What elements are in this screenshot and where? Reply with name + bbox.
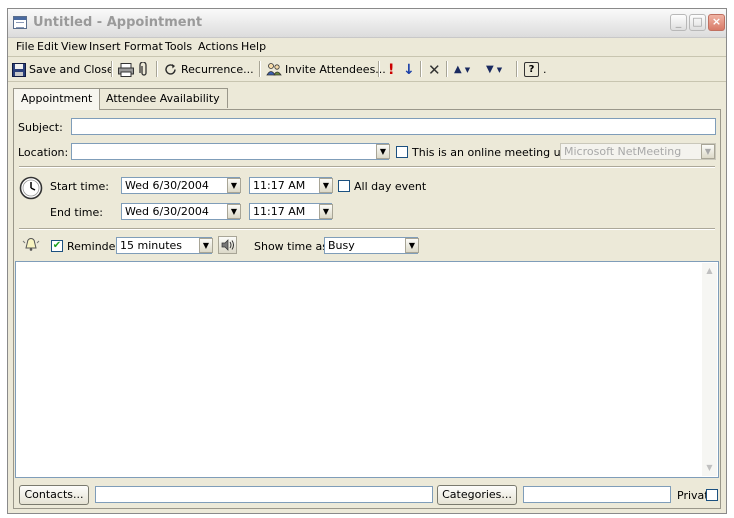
recurrence-arrows-icon — [163, 62, 178, 77]
all-day-event-label: All day event — [354, 180, 427, 193]
importance-low-button[interactable]: ↓ — [403, 61, 415, 78]
start-date-picker[interactable]: Wed 6/30/2004 — [121, 177, 240, 194]
previous-arrow-icon: ▲ — [454, 64, 462, 75]
save-and-close-button[interactable]: Save and Close — [12, 61, 114, 78]
categories-button[interactable]: Categories... — [437, 485, 517, 505]
section-divider — [19, 228, 715, 230]
floppy-disk-icon — [12, 62, 26, 77]
reminder-select[interactable]: 15 minutes — [116, 237, 212, 254]
end-date-picker[interactable]: Wed 6/30/2004 — [121, 203, 240, 220]
invite-attendees-label: Invite Attendees... — [285, 63, 386, 76]
start-time-label: Start time: — [50, 180, 109, 193]
appointment-window: Untitled - Appointment _ □ × File Edit V… — [7, 8, 727, 514]
printer-icon — [118, 62, 134, 77]
location-combobox[interactable] — [71, 143, 389, 160]
scroll-down-icon[interactable]: ▼ — [703, 461, 716, 475]
print-button[interactable] — [118, 61, 134, 78]
tab-appointment[interactable]: Appointment — [13, 88, 101, 110]
minimize-button[interactable]: _ — [670, 14, 687, 31]
show-time-as-select[interactable]: Busy — [324, 237, 418, 254]
contacts-button[interactable]: Contacts... — [19, 485, 89, 505]
close-button[interactable]: × — [708, 14, 725, 31]
next-arrow-icon: ▼ — [486, 64, 494, 75]
window-title: Untitled - Appointment — [33, 15, 203, 30]
categories-input[interactable] — [523, 486, 671, 503]
delete-button[interactable]: ✕ — [428, 61, 441, 79]
end-date-dropdown-arrow[interactable]: ▼ — [227, 204, 241, 219]
menu-insert[interactable]: Insert — [89, 40, 121, 53]
toolbar-separator — [516, 61, 518, 77]
paperclip-icon — [139, 62, 149, 77]
notes-body-textarea[interactable]: ▲ ▼ — [15, 261, 719, 478]
all-day-event-checkbox[interactable] — [338, 180, 350, 192]
help-button[interactable]: ? . — [524, 61, 547, 78]
reminder-bell-icon — [22, 235, 40, 253]
menu-file[interactable]: File — [16, 40, 34, 53]
standard-toolbar: Save and Close Recurrence... Invite Atte… — [8, 57, 726, 82]
online-meeting-select[interactable]: Microsoft NetMeeting — [560, 143, 716, 160]
start-time-dropdown-arrow[interactable]: ▼ — [319, 178, 333, 193]
title-bar[interactable]: Untitled - Appointment _ □ × — [8, 9, 726, 38]
next-item-button[interactable]: ▼ ▼ — [486, 61, 502, 78]
toolbar-separator — [259, 61, 261, 77]
importance-high-button[interactable]: ! — [388, 61, 394, 78]
appointment-app-icon — [13, 16, 27, 29]
start-date-dropdown-arrow[interactable]: ▼ — [227, 178, 241, 193]
scroll-up-icon[interactable]: ▲ — [703, 264, 716, 278]
toolbar-separator — [446, 61, 448, 77]
speaker-icon — [221, 239, 235, 251]
menu-help[interactable]: Help — [241, 40, 266, 53]
menu-actions[interactable]: Actions — [198, 40, 238, 53]
menu-bar: File Edit View Insert Format Tools Actio… — [8, 37, 726, 57]
toolbar-options-chevron: . — [543, 63, 547, 76]
reminder-label: Reminder: — [67, 240, 124, 253]
subject-label: Subject: — [18, 121, 63, 134]
menu-format[interactable]: Format — [124, 40, 163, 53]
toolbar-separator — [378, 61, 380, 77]
contacts-input[interactable] — [95, 486, 433, 503]
help-icon: ? — [524, 62, 539, 77]
appointment-panel: Subject: Location: ▼ This is an online m… — [13, 109, 721, 509]
reminder-checkbox[interactable]: ✔ — [51, 240, 63, 252]
insert-file-button[interactable] — [139, 61, 149, 78]
menu-view[interactable]: View — [61, 40, 87, 53]
menu-edit[interactable]: Edit — [37, 40, 58, 53]
notes-vertical-scrollbar[interactable]: ▲ ▼ — [702, 263, 717, 476]
location-dropdown-arrow[interactable]: ▼ — [376, 144, 390, 159]
toolbar-separator — [420, 61, 422, 77]
toolbar-separator — [156, 61, 158, 77]
chevron-down-icon: ▼ — [464, 65, 471, 74]
private-checkbox[interactable] — [706, 489, 718, 501]
reminder-dropdown-arrow[interactable]: ▼ — [199, 238, 213, 253]
recurrence-label: Recurrence... — [181, 63, 254, 76]
online-meeting-checkbox[interactable] — [396, 146, 408, 158]
section-divider — [19, 166, 715, 168]
invite-attendees-button[interactable]: Invite Attendees... — [266, 61, 386, 78]
recurrence-button[interactable]: Recurrence... — [163, 61, 254, 78]
end-time-dropdown-arrow[interactable]: ▼ — [319, 204, 333, 219]
menu-tools[interactable]: Tools — [165, 40, 192, 53]
people-icon — [266, 62, 282, 77]
chevron-down-icon: ▼ — [496, 65, 503, 74]
online-meeting-dropdown-arrow[interactable]: ▼ — [701, 144, 715, 159]
location-label: Location: — [18, 146, 69, 159]
end-time-label: End time: — [50, 206, 103, 219]
tab-attendee-availability[interactable]: Attendee Availability — [98, 88, 228, 108]
maximize-button[interactable]: □ — [689, 14, 706, 31]
reminder-sound-button[interactable] — [218, 236, 237, 254]
clock-icon — [19, 176, 43, 200]
show-time-as-label: Show time as: — [254, 240, 332, 253]
show-time-as-dropdown-arrow[interactable]: ▼ — [405, 238, 419, 253]
previous-item-button[interactable]: ▲ ▼ — [454, 61, 470, 78]
subject-input[interactable] — [71, 118, 716, 135]
toolbar-separator — [111, 61, 113, 77]
save-and-close-label: Save and Close — [29, 63, 114, 76]
